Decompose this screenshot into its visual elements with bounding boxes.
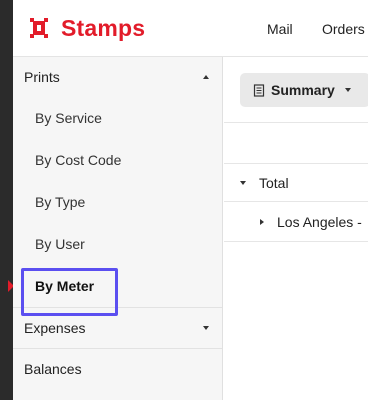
balances-label: Balances (24, 361, 82, 377)
nav-mail[interactable]: Mail (267, 21, 293, 37)
selection-highlight (21, 268, 118, 316)
report-toolbar: Summary (224, 57, 368, 123)
stamp-logo-icon (27, 16, 51, 40)
app-header: Stamps Mail Orders (13, 0, 368, 57)
table-header-row (224, 123, 368, 164)
collapse-caret-icon (203, 75, 209, 79)
tree-row-child[interactable]: Los Angeles - (224, 202, 368, 242)
sidebar-item-by-type[interactable]: By Type (13, 181, 222, 223)
brand-logo[interactable]: Stamps (27, 15, 145, 42)
document-icon (253, 83, 265, 97)
sidebar-item-by-cost-code[interactable]: By Cost Code (13, 139, 222, 181)
reports-sidebar: Prints By Service By Cost Code By Type B… (13, 57, 223, 400)
tree-row-total[interactable]: Total (224, 164, 368, 202)
expand-caret-icon (203, 326, 209, 330)
sidebar-item-by-user[interactable]: By User (13, 223, 222, 265)
page-edge (0, 0, 14, 400)
prints-label: Prints (24, 69, 60, 85)
summary-dropdown-button[interactable]: Summary (240, 73, 368, 107)
report-main: Summary Total Los Angeles - (224, 57, 368, 400)
nav-orders[interactable]: Orders (322, 21, 365, 37)
prints-section-header[interactable]: Prints (13, 57, 222, 97)
child-label: Los Angeles - (277, 213, 362, 230)
balances-section-header[interactable]: Balances (13, 349, 222, 389)
summary-label: Summary (271, 82, 335, 98)
brand-name: Stamps (61, 14, 146, 41)
expanded-triangle-icon[interactable] (240, 180, 246, 185)
sidebar-item-by-service[interactable]: By Service (13, 97, 222, 139)
chevron-down-icon (344, 88, 351, 92)
expenses-label: Expenses (24, 320, 86, 336)
collapsed-triangle-icon[interactable] (260, 218, 264, 225)
total-label: Total (259, 174, 289, 191)
